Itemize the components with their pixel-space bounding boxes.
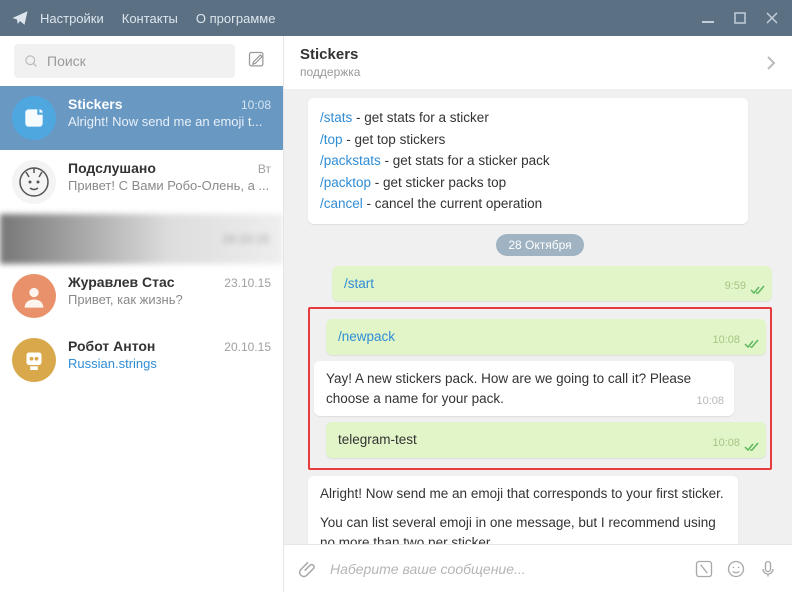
read-ticks-icon	[744, 339, 760, 349]
close-icon[interactable]	[760, 6, 784, 30]
message-out: /start 9:59	[332, 266, 772, 302]
message-input[interactable]: Наберите ваше сообщение...	[330, 561, 682, 577]
highlight-box: /newpack 10:08 Yay! A new stickers pack.…	[308, 307, 772, 469]
message-in: Yay! A new stickers pack. How are we goi…	[314, 361, 734, 416]
search-placeholder: Поиск	[47, 53, 86, 69]
main-panel: Stickers поддержка /stats - get stats fo…	[284, 36, 792, 592]
emoji-icon[interactable]	[726, 559, 746, 579]
read-ticks-icon	[750, 285, 766, 295]
mic-icon[interactable]	[758, 559, 778, 579]
telegram-logo-icon	[10, 8, 30, 28]
message-out: telegram-test 10:08	[326, 422, 766, 458]
sidebar: Поиск Stickers10:08 Alright! Now send me…	[0, 36, 284, 592]
chat-item[interactable]: Робот Антон20.10.15 Russian.strings	[0, 328, 283, 392]
chat-list: Stickers10:08 Alright! Now send me an em…	[0, 86, 283, 592]
composer: Наберите ваше сообщение...	[284, 544, 792, 592]
chat-item-blurred[interactable]: 24.10.15	[0, 214, 283, 264]
searchbar: Поиск	[0, 36, 283, 86]
chat-item-stickers[interactable]: Stickers10:08 Alright! Now send me an em…	[0, 86, 283, 150]
avatar	[12, 338, 56, 382]
message-in: /stats - get stats for a sticker/top - g…	[308, 98, 748, 224]
chat-item[interactable]: ПодслушаноВт Привет! С Вами Робо-Олень, …	[0, 150, 283, 214]
chat-title: Stickers	[300, 46, 360, 63]
chat-item[interactable]: Журавлев Стас23.10.15 Привет, как жизнь?	[0, 264, 283, 328]
read-ticks-icon	[744, 442, 760, 452]
avatar	[12, 96, 56, 140]
message-in: Alright! Now send me an emoji that corre…	[308, 476, 738, 544]
chat-header: Stickers поддержка	[284, 36, 792, 90]
bot-commands-icon[interactable]	[694, 559, 714, 579]
chevron-right-icon[interactable]	[766, 55, 776, 71]
compose-icon[interactable]	[247, 50, 269, 72]
menu-contacts[interactable]: Контакты	[122, 11, 178, 26]
menu-about[interactable]: О программе	[196, 11, 276, 26]
chat-subtitle: поддержка	[300, 65, 360, 79]
date-separator: 28 Октября	[496, 234, 583, 256]
minimize-icon[interactable]	[696, 6, 720, 30]
avatar	[12, 274, 56, 318]
avatar	[12, 160, 56, 204]
menu-settings[interactable]: Настройки	[40, 11, 104, 26]
maximize-icon[interactable]	[728, 6, 752, 30]
search-input[interactable]: Поиск	[14, 44, 235, 78]
message-out: /newpack 10:08	[326, 319, 766, 355]
titlebar: Настройки Контакты О программе	[0, 0, 792, 36]
messages-area[interactable]: /stats - get stats for a sticker/top - g…	[284, 90, 792, 544]
attach-icon[interactable]	[298, 559, 318, 579]
